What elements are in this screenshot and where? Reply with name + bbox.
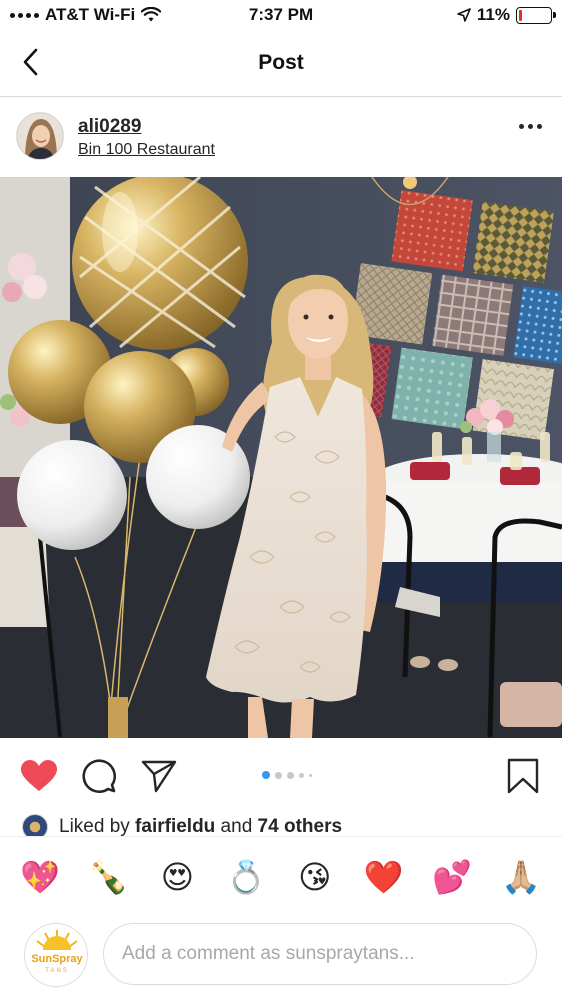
- battery-level: [519, 9, 523, 21]
- status-bar: AT&T Wi-Fi 7:37 PM 11%: [0, 0, 562, 34]
- emoji-button[interactable]: 😘: [295, 857, 335, 897]
- quick-emoji-row: 💖 🍾 😍 💍 😘 ❤️ 💕 🙏🏼: [0, 857, 562, 901]
- like-button[interactable]: [19, 756, 59, 796]
- battery-percent: 11%: [476, 5, 510, 24]
- battery-icon: [516, 6, 556, 24]
- comment-button[interactable]: [79, 756, 119, 796]
- post-header: ali0289 Bin 100 Restaurant: [0, 98, 562, 176]
- carousel-dot: [309, 773, 312, 777]
- likes-summary: Liked by fairfieldu and 74 others: [0, 812, 562, 840]
- carousel-dot: [275, 771, 282, 779]
- post-photo[interactable]: [0, 177, 562, 738]
- paper-plane-icon: [141, 760, 177, 793]
- comment-composer: 💖 🍾 😍 💍 😘 ❤️ 💕 🙏🏼 SunSpray TANS: [0, 836, 562, 1000]
- bookmark-icon: [507, 758, 539, 794]
- sunspray-logo: SunSpray TANS: [25, 924, 87, 986]
- avatar-photo: [17, 113, 63, 159]
- photo-illustration: [0, 177, 562, 738]
- page-title: Post: [258, 51, 304, 74]
- emoji-button[interactable]: 😍: [157, 857, 197, 897]
- nav-bar: Post: [0, 34, 562, 97]
- likes-text[interactable]: Liked by fairfieldu and 74 others: [59, 816, 342, 838]
- emoji-button[interactable]: ❤️: [364, 857, 404, 897]
- carousel-indicator: [262, 771, 312, 779]
- logo-text-bottom: TANS: [45, 968, 69, 974]
- comment-bubble-icon: [82, 759, 117, 794]
- liker-username[interactable]: fairfieldu: [135, 816, 215, 837]
- carousel-dot: [287, 771, 294, 779]
- save-button[interactable]: [503, 756, 543, 796]
- post-location[interactable]: Bin 100 Restaurant: [78, 141, 215, 159]
- carousel-dot: [299, 772, 304, 778]
- status-right: 11%: [457, 5, 556, 25]
- author-username[interactable]: ali0289: [78, 116, 141, 138]
- author-avatar[interactable]: [16, 112, 64, 160]
- current-user-avatar: SunSpray TANS: [24, 923, 88, 987]
- likes-middle: and: [215, 816, 258, 837]
- logo-text-top: SunSpray: [31, 953, 83, 965]
- comment-input[interactable]: [103, 923, 537, 985]
- post-actions: [0, 740, 562, 810]
- emoji-button[interactable]: 💖: [20, 857, 60, 897]
- emoji-button[interactable]: 💕: [432, 857, 472, 897]
- likes-others[interactable]: 74 others: [258, 816, 342, 837]
- share-button[interactable]: [139, 756, 179, 796]
- more-options-button[interactable]: [519, 124, 542, 129]
- emoji-button[interactable]: 🍾: [89, 857, 129, 897]
- likes-prefix: Liked by: [59, 816, 136, 837]
- carousel-dot: [262, 771, 270, 779]
- emoji-button[interactable]: 💍: [226, 857, 266, 897]
- heart-icon: [21, 760, 57, 791]
- location-arrow-icon: [457, 8, 471, 22]
- emoji-button[interactable]: 🙏🏼: [501, 857, 541, 897]
